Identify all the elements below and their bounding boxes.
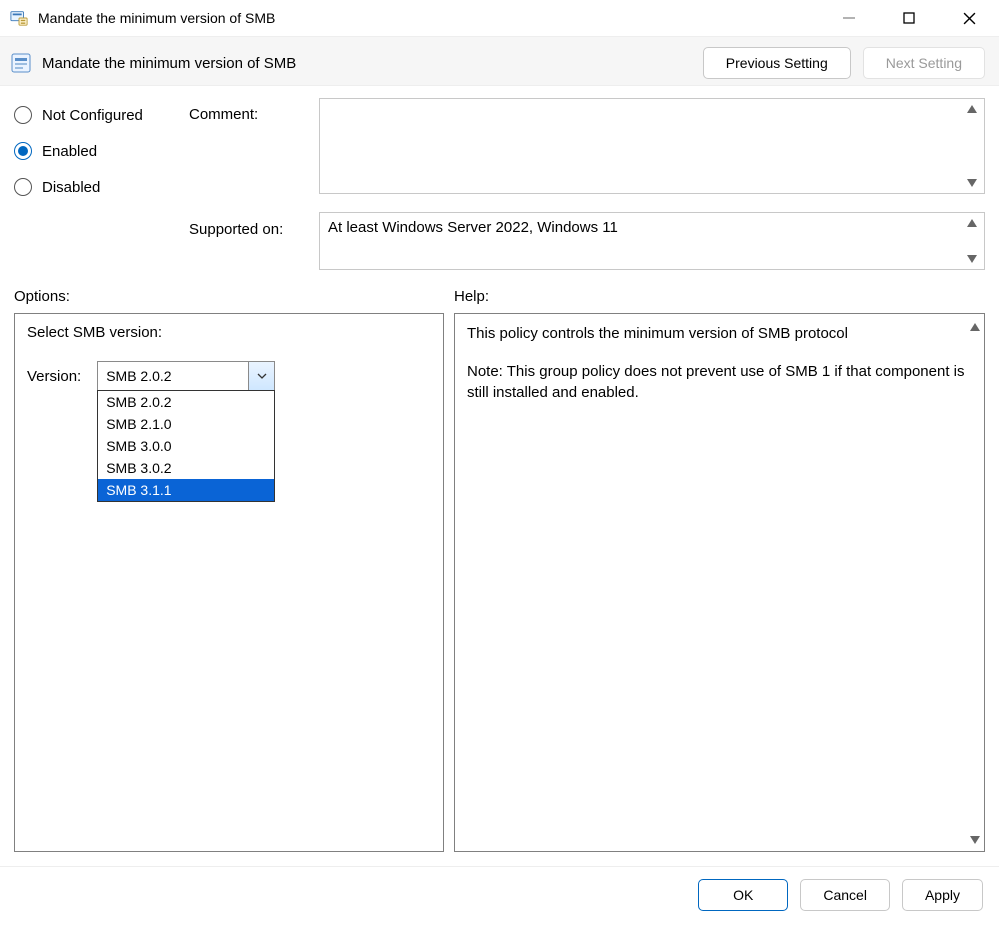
window-controls	[819, 0, 999, 36]
comment-field[interactable]	[319, 98, 985, 194]
cancel-button[interactable]: Cancel	[800, 879, 890, 911]
ok-button[interactable]: OK	[698, 879, 788, 911]
radio-not-configured[interactable]: Not Configured	[14, 106, 189, 124]
dropdown-option[interactable]: SMB 3.1.1	[98, 479, 274, 501]
help-text-2: Note: This group policy does not prevent…	[467, 362, 972, 403]
state-section: Not Configured Enabled Disabled Comment:…	[0, 86, 999, 270]
radio-dot-icon	[14, 142, 32, 160]
previous-setting-button[interactable]: Previous Setting	[703, 47, 851, 79]
options-panel: Select SMB version: Version: SMB 2.0.2 S…	[14, 313, 444, 852]
app-icon	[10, 9, 28, 27]
scroll-down-icon[interactable]	[964, 251, 980, 267]
radio-dot-icon	[14, 106, 32, 124]
scroll-down-icon[interactable]	[970, 831, 980, 847]
help-text-1: This policy controls the minimum version…	[467, 324, 972, 344]
radio-enabled[interactable]: Enabled	[14, 142, 189, 160]
apply-button[interactable]: Apply	[902, 879, 983, 911]
radio-label: Enabled	[42, 143, 97, 160]
dropdown-option[interactable]: SMB 3.0.0	[98, 435, 274, 457]
radio-label: Disabled	[42, 179, 100, 196]
policy-header: Mandate the minimum version of SMB Previ…	[0, 36, 999, 86]
comment-label: Comment:	[189, 106, 319, 123]
supported-on-text: At least Windows Server 2022, Windows 11	[328, 219, 618, 236]
maximize-button[interactable]	[879, 0, 939, 36]
scroll-down-icon[interactable]	[964, 175, 980, 191]
window-title: Mandate the minimum version of SMB	[38, 10, 275, 26]
dialog-footer: OK Cancel Apply	[0, 866, 999, 927]
options-heading: Options:	[14, 288, 454, 305]
supported-on-field: At least Windows Server 2022, Windows 11	[319, 212, 985, 270]
version-dropdown[interactable]: SMB 2.0.2 SMB 2.0.2SMB 2.1.0SMB 3.0.0SMB…	[97, 361, 275, 391]
help-heading: Help:	[454, 288, 489, 305]
chevron-down-icon[interactable]	[248, 362, 274, 390]
policy-icon	[10, 52, 32, 74]
dropdown-option[interactable]: SMB 2.0.2	[98, 391, 274, 413]
radio-dot-icon	[14, 178, 32, 196]
scroll-up-icon[interactable]	[970, 318, 980, 334]
dropdown-option[interactable]: SMB 3.0.2	[98, 457, 274, 479]
close-button[interactable]	[939, 0, 999, 36]
scroll-up-icon[interactable]	[964, 101, 980, 117]
minimize-button[interactable]	[819, 0, 879, 36]
options-subheading: Select SMB version:	[27, 324, 431, 341]
section-headings: Options: Help:	[0, 270, 999, 313]
version-label: Version:	[27, 368, 81, 385]
titlebar: Mandate the minimum version of SMB	[0, 0, 999, 36]
dropdown-list[interactable]: SMB 2.0.2SMB 2.1.0SMB 3.0.0SMB 3.0.2SMB …	[97, 390, 275, 502]
dropdown-selected-value: SMB 2.0.2	[98, 368, 248, 384]
supported-on-label: Supported on:	[189, 221, 319, 238]
policy-title: Mandate the minimum version of SMB	[42, 55, 296, 72]
scroll-up-icon[interactable]	[964, 215, 980, 231]
radio-disabled[interactable]: Disabled	[14, 178, 189, 196]
dropdown-option[interactable]: SMB 2.1.0	[98, 413, 274, 435]
next-setting-button: Next Setting	[863, 47, 985, 79]
help-panel: This policy controls the minimum version…	[454, 313, 985, 852]
radio-label: Not Configured	[42, 107, 143, 124]
